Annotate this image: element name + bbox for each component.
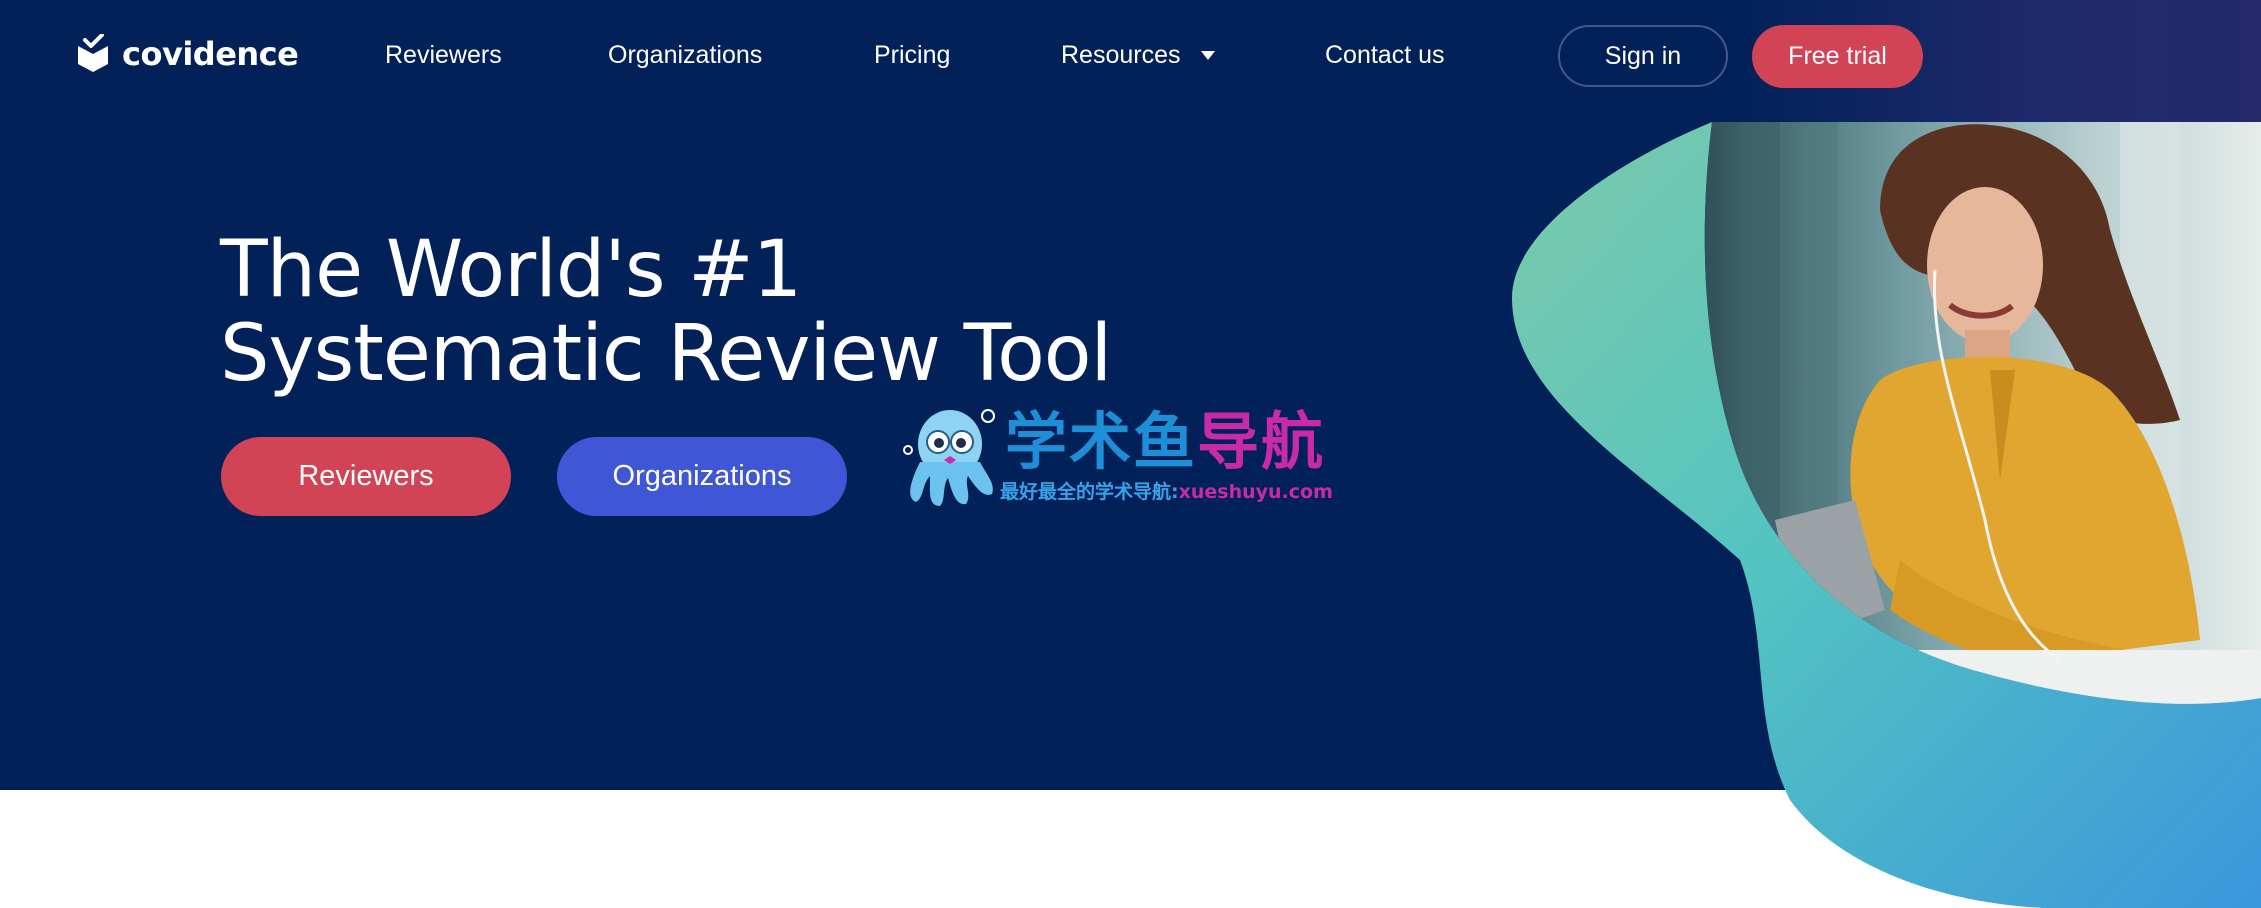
sign-in-button[interactable]: Sign in xyxy=(1558,25,1728,87)
nav-contact-link[interactable]: Contact us xyxy=(1325,38,1445,72)
brand-name: covidence xyxy=(122,35,299,73)
watermark-subtitle: 最好最全的学术导航:xueshuyu.com xyxy=(1000,480,1333,504)
watermark-title-part1: 学术鱼 xyxy=(1005,405,1198,478)
watermark-subtitle-text: 最好最全的学术导航: xyxy=(1000,481,1179,503)
caret-down-icon xyxy=(1200,50,1215,60)
headline-line-2: Systematic Review Tool xyxy=(220,309,1112,399)
xueshuyu-watermark: 学术鱼导航 最好最全的学术导航:xueshuyu.com xyxy=(900,402,1360,510)
covidence-logo[interactable]: covidence xyxy=(76,34,299,74)
nav-reviewers-link[interactable]: Reviewers xyxy=(385,38,502,72)
octopus-mascot-icon xyxy=(903,409,995,506)
reviewers-cta-button[interactable]: Reviewers xyxy=(221,437,511,516)
hero-headline: The World's #1 Systematic Review Tool xyxy=(220,225,1112,399)
watermark-url: xueshuyu.com xyxy=(1178,481,1333,503)
watermark-title: 学术鱼导航 xyxy=(1005,402,1325,482)
nav-resources-label: Resources xyxy=(1061,41,1181,69)
nav-organizations-link[interactable]: Organizations xyxy=(608,38,762,72)
headline-line-1: The World's #1 xyxy=(220,225,802,315)
nav-resources-dropdown[interactable]: Resources xyxy=(1061,38,1215,72)
box-check-icon xyxy=(78,34,108,72)
watermark-title-part2: 导航 xyxy=(1197,405,1326,478)
free-trial-button[interactable]: Free trial xyxy=(1752,25,1923,88)
organizations-cta-button[interactable]: Organizations xyxy=(557,437,847,516)
nav-pricing-link[interactable]: Pricing xyxy=(874,38,950,72)
